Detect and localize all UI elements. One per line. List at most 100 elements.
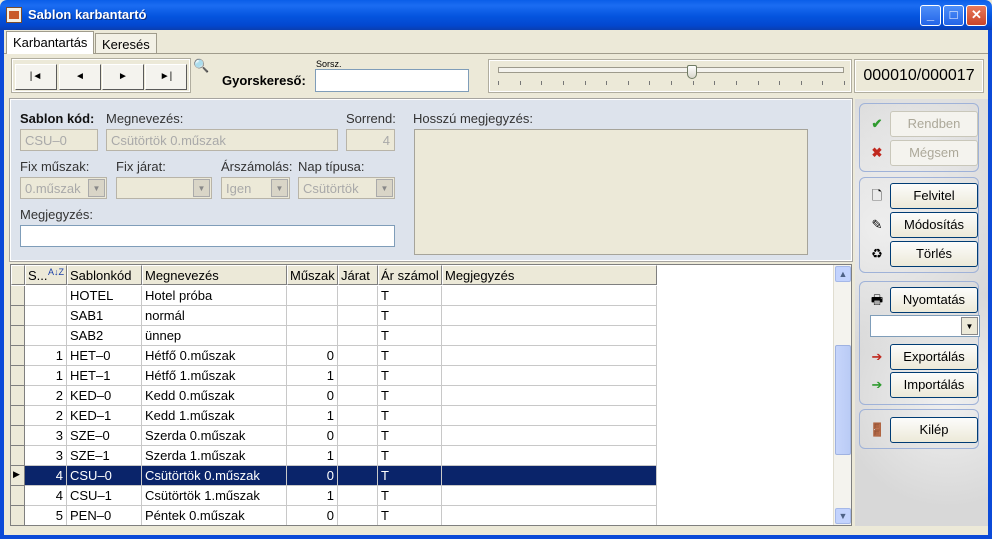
window-frame-left — [0, 30, 4, 539]
chevron-down-icon[interactable]: ▼ — [193, 179, 210, 197]
grid-scrollbar[interactable]: ▲ ▼ — [833, 265, 851, 525]
cell-code: SZE–1 — [67, 446, 142, 466]
slider-tick — [627, 81, 629, 85]
cell-route — [338, 326, 378, 346]
cell-code: KED–0 — [67, 386, 142, 406]
cell-shift: 0 — [287, 426, 338, 446]
cell-price: T — [378, 426, 442, 446]
table-row[interactable]: HOTEL Hotel próba T — [11, 286, 657, 306]
table-row[interactable]: ▶ 4 CSU–0 Csütörtök 0.műszak 0 T — [11, 466, 657, 486]
cell-note — [442, 386, 657, 406]
exit-group: 🚪 Kilép — [859, 409, 979, 449]
cell-s: 4 — [25, 486, 67, 506]
cell-note — [442, 486, 657, 506]
header-megjegyzes[interactable]: Megjegyzés — [442, 265, 657, 285]
export-button[interactable]: Exportálás — [890, 344, 978, 370]
cell-code: HET–1 — [67, 366, 142, 386]
table-row[interactable]: 3 SZE–0 Szerda 0.műszak 0 T — [11, 426, 657, 446]
cell-code: HOTEL — [67, 286, 142, 306]
output-group: 🖶 Nyomtatás ▼ ➔ Exportálás ➔ Importálás — [859, 281, 980, 405]
slider-tick — [498, 81, 499, 85]
table-row[interactable]: 2 KED–1 Kedd 1.műszak 1 T — [11, 406, 657, 426]
chevron-down-icon[interactable]: ▼ — [376, 179, 393, 197]
cell-note — [442, 346, 657, 366]
cell-code: KED–1 — [67, 406, 142, 426]
quicksearch-label: Gyorskereső: — [222, 73, 306, 88]
cell-name: Hotel próba — [142, 286, 287, 306]
pricing-value: Igen — [226, 181, 252, 196]
code-field[interactable]: CSU–0 — [20, 129, 98, 151]
cell-name: Csütörtök 1.műszak — [142, 486, 287, 506]
cell-note — [442, 426, 657, 446]
cell-note — [442, 286, 657, 306]
pricing-select[interactable]: Igen ▼ — [221, 177, 290, 199]
tab-kereses[interactable]: Keresés — [95, 33, 157, 53]
print-button[interactable]: Nyomtatás — [890, 287, 978, 313]
row-indicator — [11, 306, 25, 326]
chevron-down-icon[interactable]: ▼ — [961, 317, 978, 335]
close-button[interactable]: ✕ — [966, 5, 987, 26]
scroll-down-button[interactable]: ▼ — [835, 508, 851, 524]
table-row[interactable]: 2 KED–0 Kedd 0.műszak 0 T — [11, 386, 657, 406]
cell-route — [338, 366, 378, 386]
x-icon: ✖ — [871, 145, 883, 160]
cell-route — [338, 406, 378, 426]
header-muszak[interactable]: Műszak — [287, 265, 338, 285]
cell-code: PEN–0 — [67, 506, 142, 525]
slider-thumb[interactable] — [686, 65, 697, 79]
slider-track[interactable] — [498, 67, 844, 73]
print-target-select[interactable]: ▼ — [870, 315, 980, 337]
cell-shift — [287, 286, 338, 306]
table-row[interactable]: 1 HET–0 Hétfő 0.műszak 0 T — [11, 346, 657, 366]
ok-button[interactable]: Rendben — [890, 111, 978, 137]
table-row[interactable]: SAB1 normál T — [11, 306, 657, 326]
slider-tick — [822, 81, 824, 85]
slider-tick — [562, 81, 564, 85]
scroll-up-button[interactable]: ▲ — [835, 266, 851, 282]
daytype-select[interactable]: Csütörtök ▼ — [298, 177, 395, 199]
fix-route-select[interactable]: ▼ — [116, 177, 212, 199]
slider-tick — [779, 81, 781, 85]
first-record-button[interactable]: |◄ — [15, 64, 57, 90]
previous-record-button[interactable]: ◄ — [59, 64, 101, 90]
cell-price: T — [378, 306, 442, 326]
cell-note — [442, 366, 657, 386]
magnifier-icon[interactable]: 🔍 — [193, 58, 209, 74]
fix-shift-select[interactable]: 0.műszak ▼ — [20, 177, 107, 199]
table-row[interactable]: 5 PEN–0 Péntek 0.műszak 0 T — [11, 506, 657, 525]
table-row[interactable]: 4 CSU–1 Csütörtök 1.műszak 1 T — [11, 486, 657, 506]
chevron-down-icon[interactable]: ▼ — [88, 179, 105, 197]
long-note-textarea[interactable] — [414, 129, 808, 255]
maximize-button[interactable]: □ — [943, 5, 964, 26]
add-button[interactable]: Felvitel — [890, 183, 978, 209]
scroll-thumb[interactable] — [835, 345, 851, 455]
header-s[interactable]: S... A↓Z — [25, 265, 67, 285]
header-jarat[interactable]: Járat — [338, 265, 378, 285]
exit-button[interactable]: Kilép — [890, 417, 978, 443]
table-row[interactable]: SAB2 ünnep T — [11, 326, 657, 346]
cell-shift — [287, 326, 338, 346]
tab-karbantartas[interactable]: Karbantartás — [6, 31, 95, 54]
cancel-button[interactable]: Mégsem — [890, 140, 978, 166]
import-button[interactable]: Importálás — [890, 372, 978, 398]
minimize-button[interactable]: _ — [920, 5, 941, 26]
quicksearch-input[interactable] — [315, 69, 469, 92]
header-megnevezes[interactable]: Megnevezés — [142, 265, 287, 285]
header-ar-szamol[interactable]: Ár számol — [378, 265, 442, 285]
last-record-button[interactable]: ►| — [145, 64, 187, 90]
cell-s: 4 — [25, 466, 67, 486]
row-indicator — [11, 406, 25, 426]
header-sablonkod[interactable]: Sablonkód — [67, 265, 142, 285]
chevron-down-icon[interactable]: ▼ — [271, 179, 288, 197]
next-record-button[interactable]: ► — [102, 64, 144, 90]
table-row[interactable]: 1 HET–1 Hétfő 1.műszak 1 T — [11, 366, 657, 386]
note-field[interactable] — [20, 225, 395, 247]
table-row[interactable]: 3 SZE–1 Szerda 1.műszak 1 T — [11, 446, 657, 466]
edit-button[interactable]: Módosítás — [890, 212, 978, 238]
order-field[interactable]: 4 — [346, 129, 395, 151]
order-label: Sorrend: — [346, 111, 396, 126]
cell-shift: 0 — [287, 346, 338, 366]
slider-tick — [541, 81, 543, 85]
delete-button[interactable]: Törlés — [890, 241, 978, 267]
name-field[interactable]: Csütörtök 0.műszak — [106, 129, 338, 151]
